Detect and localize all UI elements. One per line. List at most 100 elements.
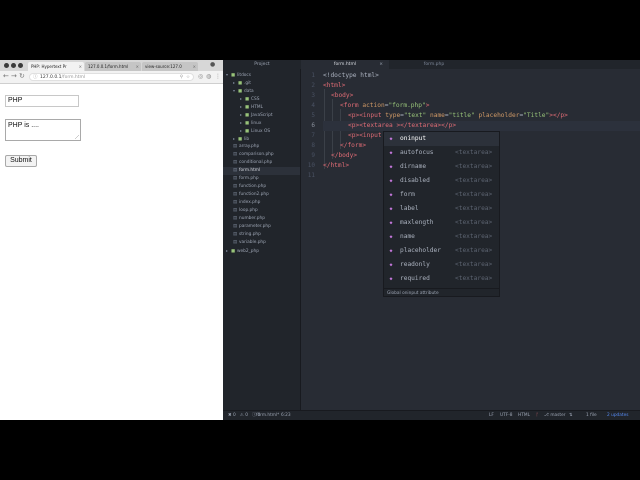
encoding[interactable]: UTF-8 [500, 411, 513, 420]
tree-file[interactable]: ▤ conditional.php [223, 159, 300, 167]
attribute-icon: ◆ [389, 164, 393, 170]
autocomplete-item[interactable]: ◆ disabled <textarea> [384, 174, 499, 188]
fetch-icon[interactable]: ⇅ [569, 411, 573, 420]
code-token: "form.php" [388, 102, 426, 109]
tree-file[interactable]: ▤ parameter.php [223, 223, 300, 231]
tree-item-label: loop.php [239, 208, 258, 213]
autocomplete-item[interactable]: ◆ oninput [384, 132, 499, 146]
autocomplete-item[interactable]: ◆ form <textarea> [384, 188, 499, 202]
close-window-dot[interactable] [4, 63, 9, 68]
autocomplete-description: Global oninput attribute [384, 288, 499, 312]
editor-tab[interactable]: form.php [390, 60, 478, 69]
attribute-icon: ◆ [389, 136, 393, 142]
close-icon[interactable]: × [79, 62, 82, 71]
back-icon[interactable]: ← [3, 72, 9, 81]
tree-file[interactable]: ▤ variable.php [223, 239, 300, 247]
line-ending[interactable]: LF [489, 411, 494, 420]
extension-icon[interactable]: ◎ [198, 72, 203, 81]
github-icon[interactable]: ᚴ [536, 411, 539, 420]
tree-folder[interactable]: ▸ ■ .git [223, 79, 300, 87]
autocomplete-item[interactable]: ◆ placeholder <textarea> [384, 244, 499, 258]
resize-grip-icon[interactable] [75, 135, 79, 139]
code-token: > [425, 102, 430, 109]
autocomplete-item[interactable]: ◆ readonly <textarea> [384, 258, 499, 272]
tree-item-label: HTML [251, 105, 263, 110]
cursor-position[interactable]: 6:23 [281, 411, 291, 420]
current-file[interactable]: form.html* [256, 411, 279, 420]
tree-file[interactable]: ▤ loop.php [223, 207, 300, 215]
autocomplete-item-label: placeholder [400, 247, 441, 254]
attribute-icon: ◆ [389, 248, 393, 254]
changed-files[interactable]: 1 file [586, 411, 597, 420]
close-icon[interactable]: × [379, 60, 383, 69]
tree-file[interactable]: ▤ form.php [223, 175, 300, 183]
autocomplete-item-type: <textarea> [455, 177, 493, 184]
browser-tab[interactable]: view-source:127.0 × [142, 62, 198, 71]
code-token: </body> [331, 152, 358, 159]
autocomplete-item[interactable]: ◆ dirname <textarea> [384, 160, 499, 174]
bookmark-star-icon[interactable]: ☆ [186, 74, 190, 82]
tree-file[interactable]: ▤ function2.php [223, 191, 300, 199]
profile-icon[interactable]: ● [210, 61, 215, 68]
tree-file[interactable]: ▤ comparison.php [223, 151, 300, 159]
browser-tab-title: view-source:127.0 [145, 64, 182, 69]
tree-folder[interactable]: ▾ ■ litdocs [223, 71, 300, 79]
autocomplete-item[interactable]: ◆ required <textarea> [384, 272, 499, 286]
editor-tab[interactable]: form.html × [301, 60, 389, 69]
autocomplete-item[interactable]: ◆ name <textarea> [384, 230, 499, 244]
tree-file[interactable]: ▤ index.php [223, 199, 300, 207]
autocomplete-item[interactable]: ◆ label <textarea> [384, 202, 499, 216]
tree-file[interactable]: ▤ function.php [223, 183, 300, 191]
line-number: 10 [307, 162, 315, 169]
browser-tab[interactable]: PHP: Hypertext Pr × [28, 62, 84, 71]
minimize-window-dot[interactable] [11, 63, 16, 68]
tree-item-label: comparison.php [239, 152, 274, 157]
reload-icon[interactable]: ↻ [19, 72, 25, 81]
tree-folder[interactable]: ▸ ■ lib [223, 135, 300, 143]
textarea-field[interactable]: PHP is .... [5, 119, 81, 141]
title-input[interactable]: PHP [5, 95, 79, 107]
tree-file[interactable]: ▤ form.html [223, 167, 300, 175]
code-token: <p> [348, 112, 360, 119]
autocomplete-item[interactable]: ◆ autofocus <textarea> [384, 146, 499, 160]
tree-item-label: parameter.php [239, 224, 271, 229]
tree-folder[interactable]: ▸ ■ web2_php [223, 247, 300, 255]
tree-folder[interactable]: ▸ ■ CSS [223, 95, 300, 103]
grammar[interactable]: HTML [518, 411, 530, 420]
tree-folder[interactable]: ▾ ■ data [223, 87, 300, 95]
submit-button[interactable]: Submit [5, 155, 37, 167]
menu-kebab-icon[interactable]: ⋮ [215, 72, 221, 81]
tree-folder[interactable]: ▸ ■ Linux OS [223, 127, 300, 135]
tree-folder[interactable]: ▸ ■ linux [223, 119, 300, 127]
error-count[interactable]: ✖ 0 [228, 411, 236, 420]
warning-count-value: 0 [245, 413, 248, 418]
zoom-window-dot[interactable] [18, 63, 23, 68]
close-icon[interactable]: × [193, 62, 196, 71]
branch-name[interactable]: ⎇ master [544, 411, 565, 420]
autocomplete-item-type: <textarea> [455, 191, 493, 198]
address-bar[interactable]: ⓘ 127.0.0.1/form.html ⚲ ☆ [29, 73, 194, 81]
code-token: action [362, 102, 385, 109]
search-icon[interactable]: ⚲ [180, 74, 183, 82]
extension-icon[interactable]: ◍ [206, 72, 211, 81]
browser-tab[interactable]: 127.0.0.1/form.html × [85, 62, 141, 71]
line-number: 1 [311, 72, 315, 79]
updates-badge[interactable]: 2 updates [607, 411, 628, 420]
tree-folder[interactable]: ▸ ■ HTML [223, 103, 300, 111]
tree-file[interactable]: ▤ string.php [223, 231, 300, 239]
autocomplete-item-label: required [400, 275, 430, 282]
close-icon[interactable]: × [136, 62, 139, 71]
tree-item-label: number.php [239, 216, 265, 221]
code-line: </html> [323, 161, 349, 171]
tree-folder[interactable]: ▸ ■ JavaScript [223, 111, 300, 119]
forward-icon[interactable]: → [11, 72, 17, 81]
autocomplete-item[interactable]: ◆ maxlength <textarea> [384, 216, 499, 230]
code-token: <p> [348, 122, 360, 129]
line-number: 8 [311, 142, 315, 149]
url-host: 127.0.0.1 [40, 75, 62, 80]
code-area[interactable]: <!doctype html> <html> <body> <form acti… [323, 69, 640, 410]
tree-file[interactable]: ▤ number.php [223, 215, 300, 223]
tree-file[interactable]: ▤ array.php [223, 143, 300, 151]
warning-count[interactable]: ⚠ 0 [240, 411, 248, 420]
attribute-icon: ◆ [389, 234, 393, 240]
